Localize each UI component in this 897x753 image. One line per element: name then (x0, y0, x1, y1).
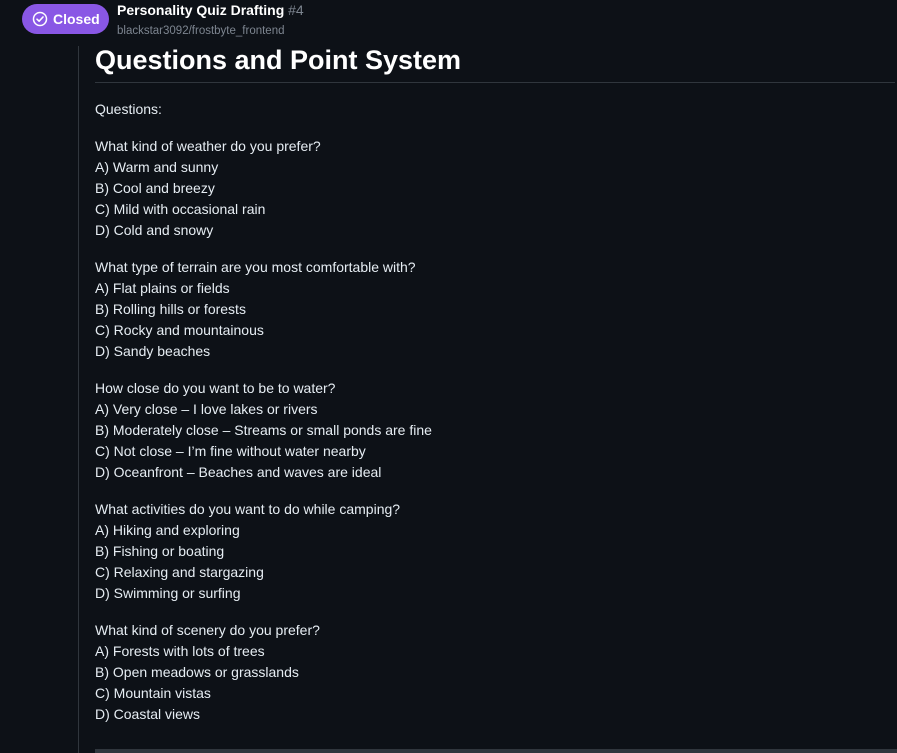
section-heading: Questions and Point System (95, 40, 895, 83)
question-block: How close do you want to be to water? A)… (95, 378, 895, 483)
issue-body: Questions and Point System Questions: Wh… (95, 40, 895, 725)
question-text: What type of terrain are you most comfor… (95, 259, 416, 275)
answer-option: D) Cold and snowy (95, 222, 214, 238)
issue-title[interactable]: Personality Quiz Drafting (117, 2, 284, 18)
answer-option: B) Rolling hills or forests (95, 301, 246, 317)
question-block: What activities do you want to do while … (95, 499, 895, 604)
answer-option: C) Not close – I’m fine without water ne… (95, 443, 366, 459)
answer-option: C) Rocky and mountainous (95, 322, 264, 338)
status-badge: Closed (22, 4, 109, 34)
question-text: What kind of weather do you prefer? (95, 138, 321, 154)
questions-intro: Questions: (95, 101, 162, 117)
answer-option: B) Fishing or boating (95, 543, 225, 559)
answer-option: A) Flat plains or fields (95, 280, 230, 296)
check-circle-icon (32, 11, 48, 27)
question-block: What type of terrain are you most comfor… (95, 257, 895, 362)
answer-option: D) Oceanfront – Beaches and waves are id… (95, 464, 382, 480)
question-block: What kind of weather do you prefer? A) W… (95, 136, 895, 241)
question-text: How close do you want to be to water? (95, 380, 336, 396)
timeline-border (78, 46, 79, 753)
answer-option: B) Cool and breezy (95, 180, 215, 196)
repo-link[interactable]: blackstar3092/frostbyte_frontend (117, 23, 304, 39)
issue-number: #4 (288, 2, 304, 18)
answer-option: D) Swimming or surfing (95, 585, 241, 601)
issue-title-block: Personality Quiz Drafting #4 blackstar30… (117, 1, 304, 39)
answer-option: A) Very close – I love lakes or rivers (95, 401, 318, 417)
answer-option: A) Warm and sunny (95, 159, 219, 175)
answer-option: B) Moderately close – Streams or small p… (95, 422, 432, 438)
answer-option: D) Sandy beaches (95, 343, 211, 359)
answer-option: A) Hiking and exploring (95, 522, 240, 538)
question-block: What kind of scenery do you prefer? A) F… (95, 620, 895, 725)
status-label: Closed (53, 11, 100, 27)
question-text: What kind of scenery do you prefer? (95, 622, 320, 638)
section-divider (95, 749, 897, 753)
answer-option: D) Coastal views (95, 706, 201, 722)
answer-option: C) Relaxing and stargazing (95, 564, 264, 580)
answer-option: C) Mountain vistas (95, 685, 211, 701)
answer-option: B) Open meadows or grasslands (95, 664, 299, 680)
question-text: What activities do you want to do while … (95, 501, 401, 517)
answer-option: C) Mild with occasional rain (95, 201, 266, 217)
answer-option: A) Forests with lots of trees (95, 643, 265, 659)
